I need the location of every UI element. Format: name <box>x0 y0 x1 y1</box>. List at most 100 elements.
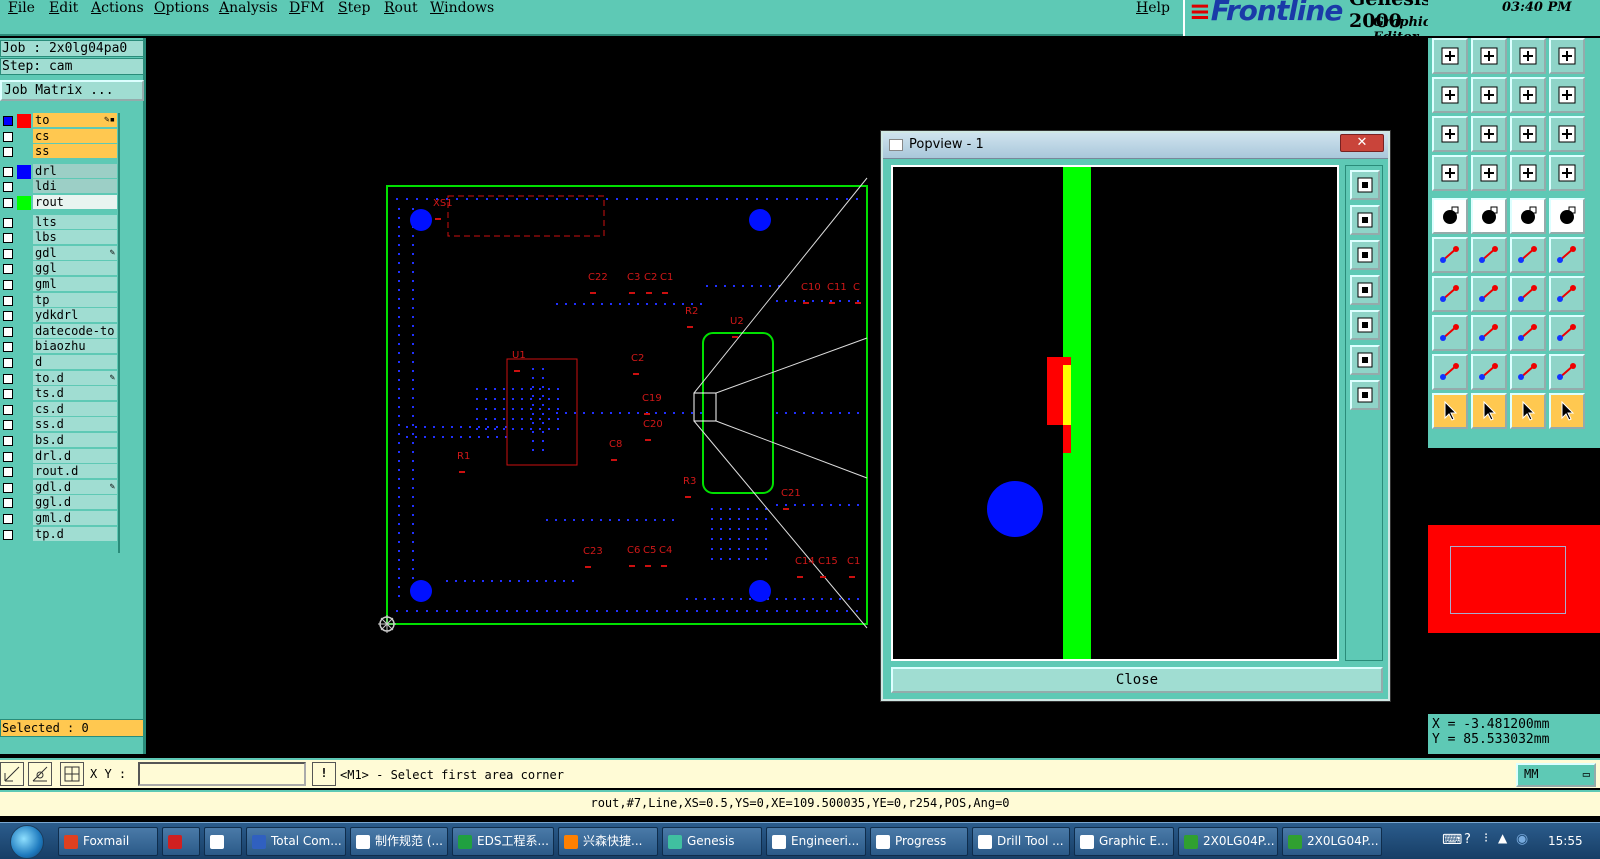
layer-name[interactable]: tp <box>33 292 117 308</box>
circle-icon[interactable] <box>1549 198 1585 234</box>
taskbar-item[interactable]: 2X0LG04P... <box>1178 827 1278 856</box>
layer-name[interactable]: d <box>33 355 117 370</box>
settings-icon[interactable] <box>1432 155 1468 191</box>
layer-name[interactable]: datecode-to <box>33 323 117 339</box>
layer-checkbox[interactable] <box>3 342 13 353</box>
node-icon[interactable] <box>1432 237 1468 273</box>
layer-row[interactable]: ydkdrl <box>0 308 118 324</box>
layer-name[interactable]: biaozhu <box>33 339 117 355</box>
measure-icon[interactable] <box>28 762 52 786</box>
popview-canvas[interactable] <box>891 165 1339 661</box>
line-draw-icon[interactable] <box>1471 276 1507 312</box>
layer-row[interactable]: tp <box>0 292 118 309</box>
xy-input[interactable] <box>138 762 306 786</box>
layer-checkbox[interactable] <box>3 280 13 290</box>
layer-name[interactable]: to.d ✎ <box>33 370 117 386</box>
taskbar-item[interactable]: Engineeri... <box>766 827 866 856</box>
menu-actions[interactable]: Actions <box>91 0 144 16</box>
mirror-icon[interactable] <box>1549 276 1585 312</box>
page-left-icon[interactable] <box>1432 77 1468 113</box>
layer-name[interactable]: gml.d <box>33 511 117 526</box>
zoom-home-icon[interactable] <box>1350 380 1380 410</box>
help-icon[interactable]: ? <box>1464 832 1471 847</box>
center-icon[interactable] <box>1510 315 1546 351</box>
layer-name[interactable]: drl <box>33 163 117 179</box>
menu-windows[interactable]: Windows <box>430 0 494 16</box>
layer-row[interactable]: lbs <box>0 230 118 246</box>
help-icon[interactable] <box>1549 116 1585 152</box>
layer-row[interactable]: gdl ✎ <box>0 245 118 262</box>
layer-checkbox[interactable] <box>3 498 13 509</box>
layer-checkbox[interactable] <box>3 264 13 275</box>
layer-name[interactable]: cs <box>33 128 117 144</box>
layer-checkbox[interactable] <box>3 529 13 540</box>
layer-row[interactable]: ts.d <box>0 386 118 402</box>
layer-name[interactable]: ss <box>33 144 117 160</box>
layer-checkbox[interactable] <box>3 482 13 493</box>
arc-icon[interactable] <box>1510 276 1546 312</box>
snap-grid-icon[interactable] <box>1549 155 1585 191</box>
layer-checkbox[interactable] <box>3 131 13 142</box>
layer-checkbox[interactable] <box>3 311 13 322</box>
network-icon[interactable]: ◉ <box>1516 831 1528 847</box>
job-matrix-button[interactable]: Job Matrix ... <box>0 80 144 101</box>
poly-icon[interactable] <box>1471 354 1507 390</box>
taskbar-item[interactable]: Graphic E... <box>1074 827 1174 856</box>
menu-dfm[interactable]: DFM <box>289 0 324 16</box>
layer-checkbox[interactable] <box>3 166 13 177</box>
tray-clock[interactable]: 15:55 <box>1548 834 1583 848</box>
fit-window-icon[interactable] <box>1549 77 1585 113</box>
layer-row[interactable]: rout <box>0 195 118 211</box>
home-icon[interactable] <box>1510 38 1546 74</box>
alert-icon[interactable]: ! <box>312 762 336 786</box>
layer-name[interactable]: rout.d <box>33 464 117 480</box>
right-icon[interactable] <box>1350 310 1380 340</box>
taskbar-item[interactable]: Genesis <box>662 827 762 856</box>
copy-icon[interactable] <box>1432 315 1468 351</box>
triangle-icon[interactable] <box>1432 354 1468 390</box>
layer-row[interactable]: gml <box>0 277 118 293</box>
menu-options[interactable]: Options <box>154 0 209 16</box>
layer-row[interactable]: ggl.d <box>0 495 118 511</box>
layer-row[interactable]: ldi <box>0 179 118 195</box>
layer-checkbox[interactable] <box>3 233 13 244</box>
taskbar-item[interactable]: Drill Tool ... <box>972 827 1070 856</box>
taskbar-item[interactable] <box>162 827 200 856</box>
layer-row[interactable]: bs.d <box>0 433 118 449</box>
zoom-out-icon[interactable] <box>1350 345 1380 375</box>
layer-name[interactable]: drl.d <box>33 448 117 464</box>
layer-name[interactable]: ts.d <box>33 386 117 402</box>
select-box-icon[interactable] <box>1471 393 1507 429</box>
layer-checkbox[interactable] <box>3 198 13 208</box>
layer-checkbox[interactable] <box>3 451 13 462</box>
layer-row[interactable]: ggl <box>0 261 118 277</box>
layer-row[interactable]: gdl.d ✎ <box>0 479 118 496</box>
taskbar-item[interactable]: 制作规范 (... <box>350 827 448 856</box>
taskbar-item[interactable]: 2X0LG04P... <box>1282 827 1382 856</box>
layer-color-swatch[interactable] <box>17 164 31 179</box>
resize-icon[interactable] <box>1549 315 1585 351</box>
layer-checkbox[interactable] <box>3 420 13 431</box>
pan-icon[interactable] <box>1471 116 1507 152</box>
layer-checkbox[interactable] <box>3 147 13 158</box>
layer-name[interactable]: ggl <box>33 261 117 277</box>
layer-row[interactable]: cs <box>0 128 118 145</box>
menu-rout[interactable]: Rout <box>384 0 418 16</box>
cross-icon[interactable] <box>1471 237 1507 273</box>
page-right-icon[interactable] <box>1471 77 1507 113</box>
select-poly-icon[interactable] <box>1510 393 1546 429</box>
keyboard-icon[interactable]: ⌨ <box>1442 832 1462 848</box>
grid-icon[interactable] <box>60 762 84 786</box>
layer-checkbox[interactable] <box>3 514 13 524</box>
layer-row[interactable]: biaozhu <box>0 339 118 355</box>
menu-analysis[interactable]: Analysis <box>219 0 278 16</box>
menu-step[interactable]: Step <box>338 0 370 16</box>
probe-icon[interactable] <box>1471 155 1507 191</box>
layer-checkbox[interactable] <box>3 404 13 415</box>
layer-name[interactable]: lbs <box>33 230 117 246</box>
layer-checkbox[interactable] <box>3 436 13 446</box>
layer-row[interactable]: to.d ✎ <box>0 370 118 387</box>
layer-name[interactable]: gml <box>33 277 117 292</box>
layer-name[interactable]: ydkdrl <box>33 308 117 324</box>
layer-name[interactable]: gdl ✎ <box>33 245 117 261</box>
